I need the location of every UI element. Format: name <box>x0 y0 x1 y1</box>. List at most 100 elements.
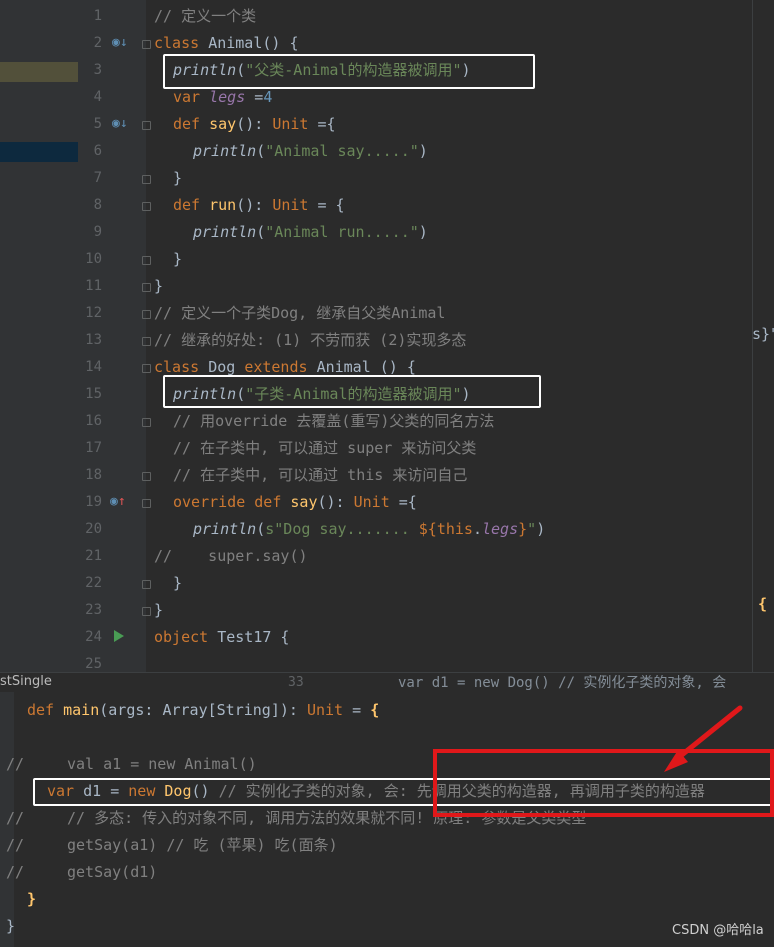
line-number: 16 <box>85 413 102 429</box>
code-line-14[interactable]: class Dog extends Animal () { <box>154 357 416 377</box>
line-number: 7 <box>93 170 102 186</box>
fold-marker-icon[interactable] <box>142 337 151 346</box>
keyword-extends: extends <box>244 358 308 376</box>
line-number: 20 <box>85 521 102 537</box>
code-line-2[interactable]: class Animal() { <box>154 33 299 53</box>
println-call: println <box>193 142 257 160</box>
number-literal: 4 <box>263 88 273 106</box>
right-peek-text: s}" <box>752 325 774 343</box>
line-number: 10 <box>85 251 102 267</box>
object-name: Test17 <box>217 628 272 646</box>
watermark: CSDN @哈哈la <box>672 923 764 938</box>
keyword-class: class <box>154 34 200 52</box>
bottom-line-main[interactable]: def main(args: Array[String]): Unit = { <box>27 700 379 720</box>
line-number: 2 <box>93 35 102 51</box>
println-call: println <box>193 520 257 538</box>
fold-marker-icon[interactable] <box>142 607 151 616</box>
fold-marker-icon[interactable] <box>142 256 151 265</box>
code-line-17[interactable]: // 在子类中, 可以通过 super 来访问父类 <box>173 438 476 458</box>
bottom-line-close-brace[interactable]: } <box>27 889 36 909</box>
fold-marker-icon[interactable] <box>142 121 151 130</box>
close-brace: } <box>27 890 37 908</box>
behind-code-text: var d1 = new Dog() // 实例化子类的对象, 会 <box>398 675 727 691</box>
field-legs: legs <box>209 88 246 106</box>
behind-line-number: 33 <box>288 675 304 690</box>
keyword-var: var <box>173 88 201 106</box>
code-line-6[interactable]: println("Animal say.....") <box>193 141 428 161</box>
red-arrow-icon <box>664 705 743 772</box>
method-main: main <box>63 701 100 719</box>
line-number: 9 <box>93 224 102 240</box>
line-number: 19 <box>85 494 102 510</box>
line-number: 12 <box>85 305 102 321</box>
line-number: 6 <box>93 143 102 159</box>
keyword-override: override def <box>173 493 282 511</box>
bottom-line-outer-brace[interactable]: } <box>6 916 15 936</box>
code-line-11[interactable]: } <box>154 276 163 296</box>
behind-code-snippet: var d1 = new Dog() // 实例化子类的对象, 会 <box>398 674 726 692</box>
overridden-method-icon[interactable]: ◉↓ <box>112 36 128 49</box>
code-line-12[interactable]: // 定义一个子类Dog, 继承自父类Animal <box>154 303 445 323</box>
fold-marker-icon[interactable] <box>142 580 151 589</box>
interpolation: ${ <box>418 520 437 538</box>
string-animal-run: "Animal run....." <box>265 223 419 241</box>
string-quote: " <box>527 520 537 538</box>
type-unit: Unit <box>272 115 309 133</box>
fold-marker-icon[interactable] <box>142 40 151 49</box>
string-animal-say: "Animal say....." <box>265 142 419 160</box>
line-number: 8 <box>93 197 102 213</box>
bottom-comment-marker: // <box>6 755 25 773</box>
bottom-line-getsay-d1[interactable]: getSay(d1) <box>67 862 157 882</box>
field-legs: legs <box>482 520 519 538</box>
code-line-19[interactable]: override def say(): Unit ={ <box>173 492 417 512</box>
fold-marker-icon[interactable] <box>142 472 151 481</box>
left-panel-highlight-row <box>0 62 78 82</box>
class-name-dog: Dog <box>208 358 236 376</box>
code-line-8[interactable]: def run(): Unit = { <box>173 195 345 215</box>
code-line-16[interactable]: // 用override 去覆盖(重写)父类的同名方法 <box>173 411 494 431</box>
fold-marker-icon[interactable] <box>142 202 151 211</box>
overriding-method-icon[interactable]: ◉↑ <box>110 495 126 508</box>
keyword-object: object <box>154 628 209 646</box>
fold-marker-icon[interactable] <box>142 499 151 508</box>
tab-label[interactable]: stSingle <box>0 672 52 692</box>
fold-marker-icon[interactable] <box>142 175 151 184</box>
code-line-22[interactable]: } <box>173 573 182 593</box>
code-line-21[interactable]: // super.say() <box>154 546 308 566</box>
fold-marker-icon[interactable] <box>142 364 151 373</box>
overridden-method-icon[interactable]: ◉↓ <box>112 117 128 130</box>
code-line-5[interactable]: def say(): Unit ={ <box>173 114 336 134</box>
method-say: say <box>290 493 318 511</box>
code-line-13[interactable]: // 继承的好处: (1) 不劳而获 (2)实现多态 <box>154 330 466 350</box>
code-line-18[interactable]: // 在子类中, 可以通过 this 来访问自己 <box>173 465 467 485</box>
keyword-def: def <box>27 701 55 719</box>
method-say: say <box>209 115 237 133</box>
code-line-1[interactable]: // 定义一个类 <box>154 6 256 26</box>
line-number: 24 <box>85 629 102 645</box>
line-number: 14 <box>85 359 102 375</box>
code-line-24[interactable]: object Test17 { <box>154 627 289 647</box>
line-number: 22 <box>85 575 102 591</box>
fold-marker-icon[interactable] <box>142 310 151 319</box>
line-number: 11 <box>85 278 102 294</box>
run-icon[interactable] <box>114 630 124 642</box>
code-line-9[interactable]: println("Animal run.....") <box>193 222 428 242</box>
fold-marker-icon[interactable] <box>142 418 151 427</box>
bottom-comment-marker: // <box>6 809 25 827</box>
code-line-20[interactable]: println(s"Dog say....... ${this.legs}") <box>193 519 545 539</box>
code-line-7[interactable]: } <box>173 168 182 188</box>
line-number: 1 <box>93 8 102 24</box>
method-run: run <box>209 196 237 214</box>
bottom-line-val-a1[interactable]: val a1 = new Animal() <box>67 754 257 774</box>
fold-marker-icon[interactable] <box>142 283 151 292</box>
line-number: 23 <box>85 602 102 618</box>
code-line-4[interactable]: var legs =4 <box>173 87 272 107</box>
keyword-class: class <box>154 358 200 376</box>
type-unit: Unit <box>306 701 344 719</box>
line-number: 3 <box>93 62 102 78</box>
code-line-10[interactable]: } <box>173 249 182 269</box>
println-call: println <box>193 223 257 241</box>
bottom-line-getsay-a1[interactable]: getSay(a1) // 吃 (苹果) 吃(面条) <box>67 835 338 855</box>
code-line-23[interactable]: } <box>154 600 163 620</box>
left-panel-selected-row <box>0 142 78 162</box>
